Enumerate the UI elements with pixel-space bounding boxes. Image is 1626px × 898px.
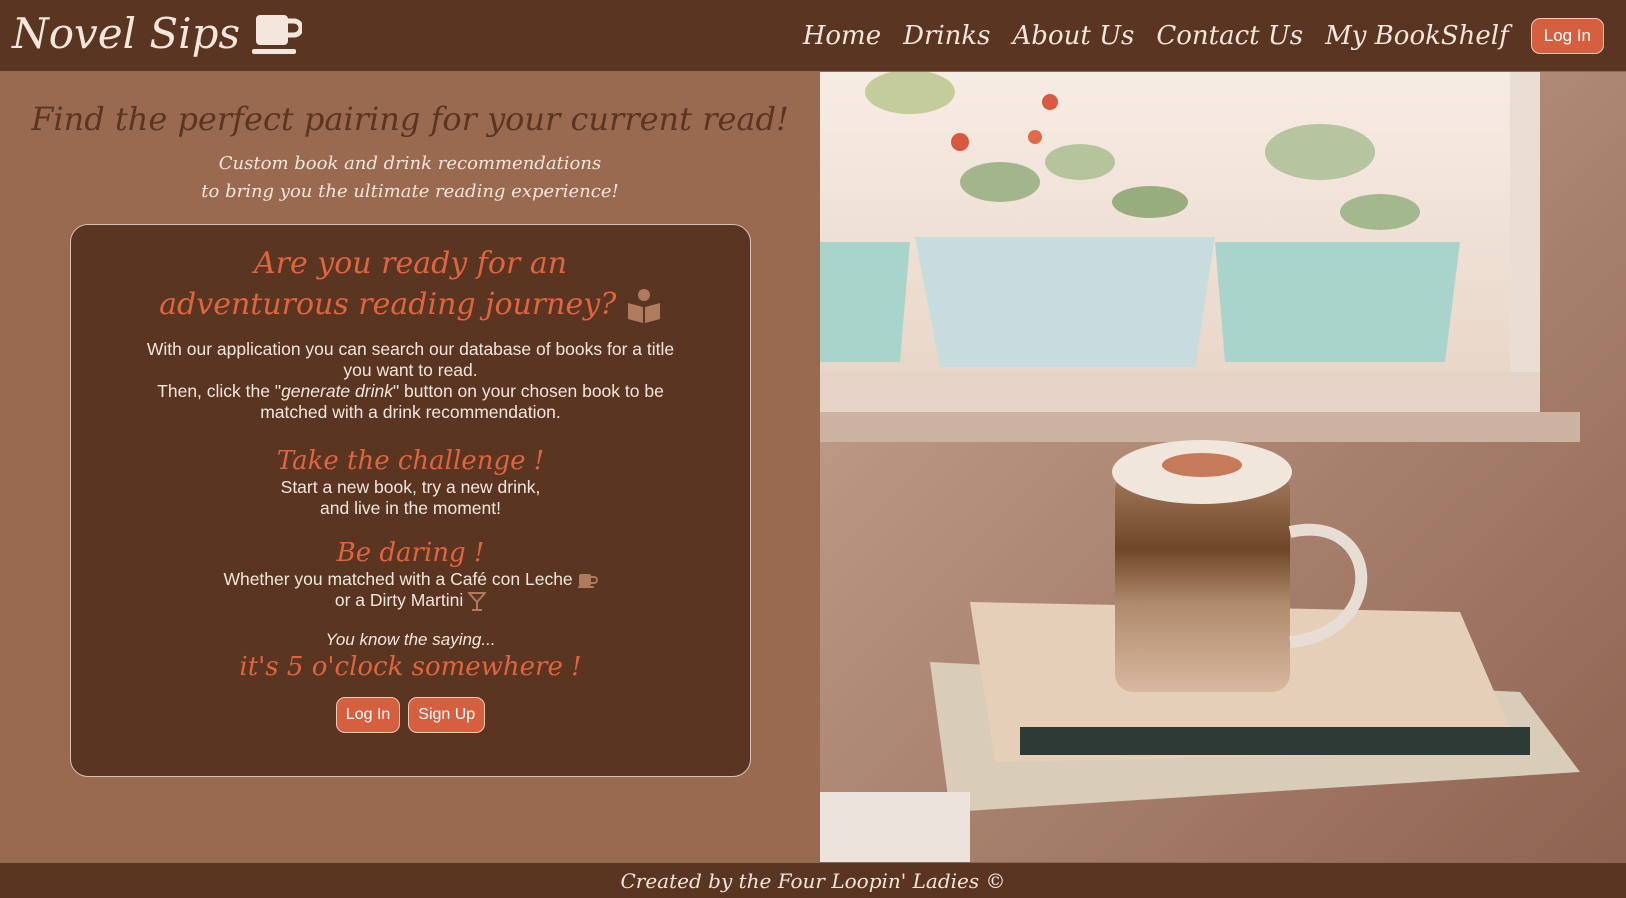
- hero-subline-1: Custom book and drink recommendations: [218, 153, 602, 174]
- daring-line-1-text: Whether you matched with a Café con Lech…: [223, 569, 573, 589]
- daring-line-1: Whether you matched with a Café con Lech…: [71, 569, 750, 590]
- card-body-1: With our application you can search our …: [146, 339, 675, 380]
- login-button[interactable]: Log In: [335, 697, 401, 734]
- hero-headline: Find the perfect pairing for your curren…: [31, 100, 789, 138]
- brand[interactable]: Novel Sips: [12, 8, 303, 60]
- oclock-text: it's 5 o'clock somewhere !: [239, 652, 582, 683]
- nav-links: Home Drinks About Us Contact Us My BookS…: [803, 0, 1626, 72]
- saying-text: You know the saying...: [325, 630, 496, 650]
- card-title-line-2-text: adventurous reading journey?: [159, 287, 617, 322]
- hero-subline: Custom book and drink recommendations to…: [0, 150, 820, 206]
- daring-title: Be daring !: [336, 538, 485, 568]
- brand-name: Novel Sips: [12, 9, 241, 58]
- card-title: Are you ready for an adventurous reading…: [71, 243, 750, 325]
- hero-photo: [820, 72, 1626, 862]
- coffee-books-illustration: [820, 72, 1626, 862]
- martini-glass-icon: [468, 592, 487, 612]
- hero-subline-2: to bring you the ultimate reading experi…: [201, 181, 619, 202]
- card-title-line-2: adventurous reading journey?: [71, 284, 750, 325]
- nav-link-home[interactable]: Home: [803, 21, 881, 51]
- nav-link-contact-us[interactable]: Contact Us: [1156, 21, 1303, 51]
- coffee-cup-icon: [252, 15, 303, 54]
- footer: Created by the Four Loopin' Ladies ©: [0, 862, 1626, 898]
- challenge-line-2: and live in the moment!: [320, 498, 501, 518]
- nav-link-drinks[interactable]: Drinks: [903, 21, 990, 51]
- card-button-row: Log In Sign Up: [71, 697, 750, 734]
- daring-line-2-text: or a Dirty Martini: [334, 590, 464, 610]
- challenge-title: Take the challenge !: [276, 446, 545, 476]
- nav-link-about-us[interactable]: About Us: [1013, 21, 1135, 51]
- card-body-2: Then, click the "generate drink" button …: [131, 381, 690, 423]
- card-body-2-pre: Then, click the ": [157, 381, 282, 401]
- nav-login-button[interactable]: Log In: [1530, 18, 1604, 54]
- reading-person-icon: [627, 289, 660, 323]
- daring-line-2: or a Dirty Martini: [71, 590, 750, 612]
- hero-panel: Find the perfect pairing for your curren…: [0, 72, 820, 862]
- nav-link-my-bookshelf[interactable]: My BookShelf: [1325, 21, 1509, 51]
- challenge-line-1: Start a new book, try a new drink,: [280, 477, 541, 497]
- card-description: With our application you can search our …: [71, 339, 750, 423]
- signup-button[interactable]: Sign Up: [408, 697, 486, 734]
- navbar: Novel Sips Home Drinks About Us Contact …: [0, 0, 1626, 72]
- intro-card: Are you ready for an adventurous reading…: [70, 224, 751, 777]
- card-title-line-1: Are you ready for an: [253, 246, 568, 281]
- coffee-cup-icon: [577, 574, 598, 589]
- card-body-2-em: generate drink: [281, 381, 393, 401]
- footer-text: Created by the Four Loopin' Ladies ©: [620, 869, 1006, 893]
